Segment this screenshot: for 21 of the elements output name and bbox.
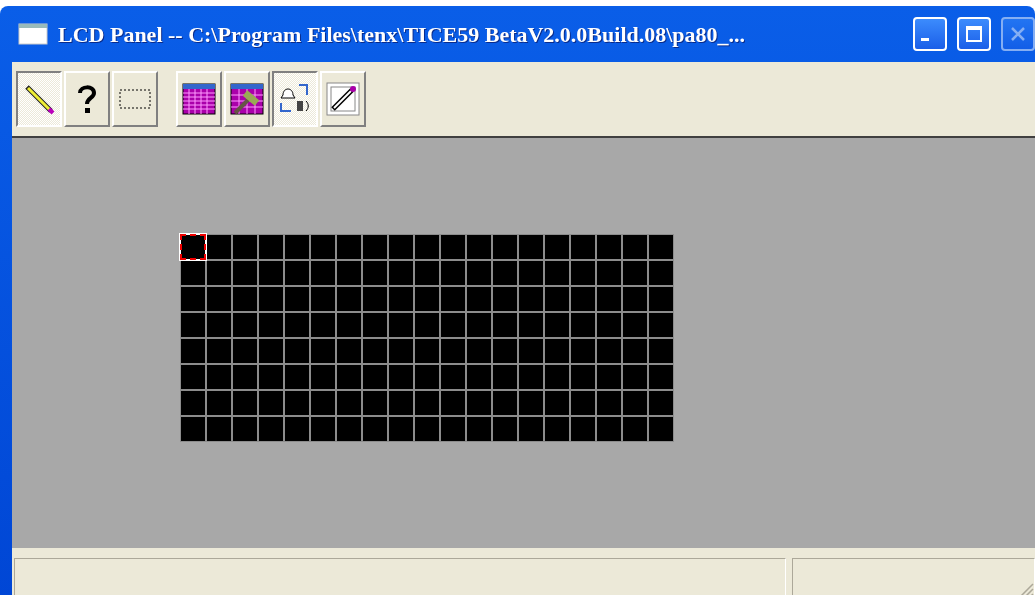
lcd-pixel[interactable] (181, 235, 205, 259)
close-button[interactable] (1001, 17, 1035, 51)
maximize-button[interactable] (957, 17, 991, 51)
bell-speaker-button[interactable] (272, 71, 318, 127)
close-icon (1009, 25, 1027, 43)
minimize-button[interactable] (913, 17, 947, 51)
maximize-icon (965, 25, 983, 43)
window-icon (18, 23, 48, 45)
window-title: LCD Panel -- C:\Program Files\tenx\TICE59 BetaV2.0.0Build.08\pa80_... (58, 20, 747, 49)
grid-hammer-button[interactable] (224, 71, 270, 127)
help-button[interactable] (64, 71, 110, 127)
pencil-button[interactable] (16, 71, 62, 127)
help-icon (75, 82, 99, 116)
selection-button[interactable] (112, 71, 158, 127)
pencil-frame-button[interactable] (320, 71, 366, 127)
minimize-icon (921, 38, 929, 41)
grid-button[interactable] (176, 71, 222, 127)
pencil-frame-icon (325, 81, 361, 117)
grid-icon (181, 81, 217, 117)
selection-icon (118, 86, 152, 112)
grid-hammer-icon (229, 81, 265, 117)
